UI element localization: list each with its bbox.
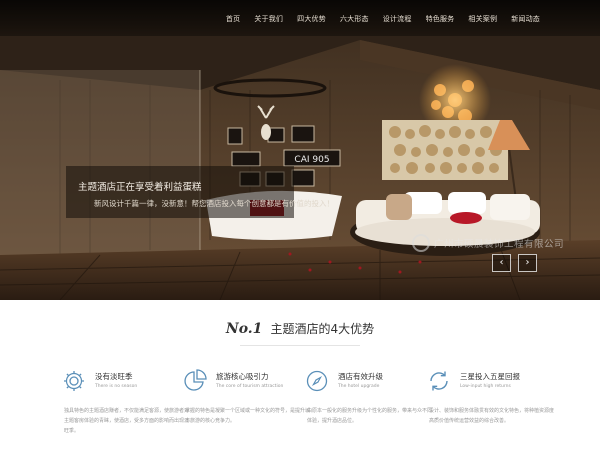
section-number: No.1 [225, 321, 263, 337]
nav-item-about[interactable]: 关于我们 [254, 14, 283, 24]
feature-item-no-season: 没有淡旺季 There is no season 独具特色的主题酒店赚者，不仅能… [62, 368, 192, 448]
nav-item-news[interactable]: 新闻动态 [511, 14, 540, 24]
hero-caption-title: 主题酒店正在享受着利益蛋糕 [78, 182, 202, 193]
refresh-icon [430, 371, 448, 391]
pie-chart-icon [184, 369, 207, 391]
feature-subtitle-en: The hotel upgrade [338, 384, 380, 389]
section-heading: 主题酒店的4大优势 [270, 322, 375, 336]
nav-item-services[interactable]: 特色服务 [426, 14, 455, 24]
gear-icon [64, 371, 84, 391]
page: CAI 905 首页 关于我们 四大优势 六大形态 设计流程 特色服务 相关案例… [0, 0, 600, 449]
compass-icon [306, 370, 328, 392]
section-divider [240, 345, 360, 346]
company-watermark: 广州市硕晨装饰工程有限公司 [412, 234, 564, 252]
feature-description: 设计、装饰和服务体融贯有效的文化特色，将种植资源度高质价值传统运营效益的综合改善… [429, 408, 555, 424]
nav-item-design-process[interactable]: 设计流程 [383, 14, 412, 24]
nav-menu: 首页 关于我们 四大优势 六大形态 设计流程 特色服务 相关案例 新闻动态 [212, 14, 540, 24]
feature-item-hotel-upgrade: 酒店有效升级 The hotel upgrade 由原本一般化的服务升级为个性化… [305, 368, 435, 448]
top-navigation-bar: 首页 关于我们 四大优势 六大形态 设计流程 特色服务 相关案例 新闻动态 [0, 0, 600, 36]
nav-item-forms[interactable]: 六大形态 [340, 14, 369, 24]
nav-item-cases[interactable]: 相关案例 [468, 14, 497, 24]
feature-description: 独具特色的主题酒店赚者，不仅能满足客源，使旅游者对主题客房体验的青睐，使酒店，受… [64, 408, 190, 434]
feature-description: 掌握的特色是凝聚一个区域或一种文化的符号，是提升城市旅游的核心竞争力。 [185, 408, 311, 424]
nav-item-home[interactable]: 首页 [226, 14, 240, 24]
nav-item-advantages[interactable]: 四大优势 [297, 14, 326, 24]
feature-subtitle-en: Low-input high returns [460, 384, 511, 389]
section-title: No.1 主题酒店的4大优势 [0, 318, 600, 337]
feature-title: 三星投入五星回报 [460, 372, 520, 381]
hero-banner: CAI 905 首页 关于我们 四大优势 六大形态 设计流程 特色服务 相关案例… [0, 0, 600, 300]
hero-caption-box: 主题酒店正在享受着利益蛋糕 新风设计千篇一律，没新意！帮您酒店投入每个创意都是有… [66, 166, 334, 218]
wall-sign-text: CAI 905 [294, 155, 329, 165]
slider-next-button[interactable]: › [518, 254, 537, 272]
feature-title: 没有淡旺季 [95, 372, 133, 381]
feature-subtitle-en: The core of tourism attraction [216, 384, 284, 389]
feature-item-high-return: 三星投入五星回报 Low-input high returns 设计、装饰和服务… [427, 368, 557, 448]
slider-prev-button[interactable]: ‹ [492, 254, 511, 272]
feature-title: 酒店有效升级 [338, 372, 383, 381]
feature-title: 旅游核心吸引力 [216, 372, 269, 381]
watermark-logo-icon [412, 234, 430, 252]
feature-item-tourism-core: 旅游核心吸引力 The core of tourism attraction 掌… [183, 368, 313, 448]
hero-caption-subtitle: 新风设计千篇一律，没新意！帮您酒店投入每个创意都是有价值的投入！ [94, 199, 334, 208]
watermark-text: 广州市硕晨装饰工程有限公司 [434, 239, 565, 250]
feature-description: 由原本一般化的服务升级为个性化的服务，带来与众不同体验，提升酒店品位。 [307, 408, 433, 424]
feature-subtitle-en: There is no season [95, 384, 138, 389]
